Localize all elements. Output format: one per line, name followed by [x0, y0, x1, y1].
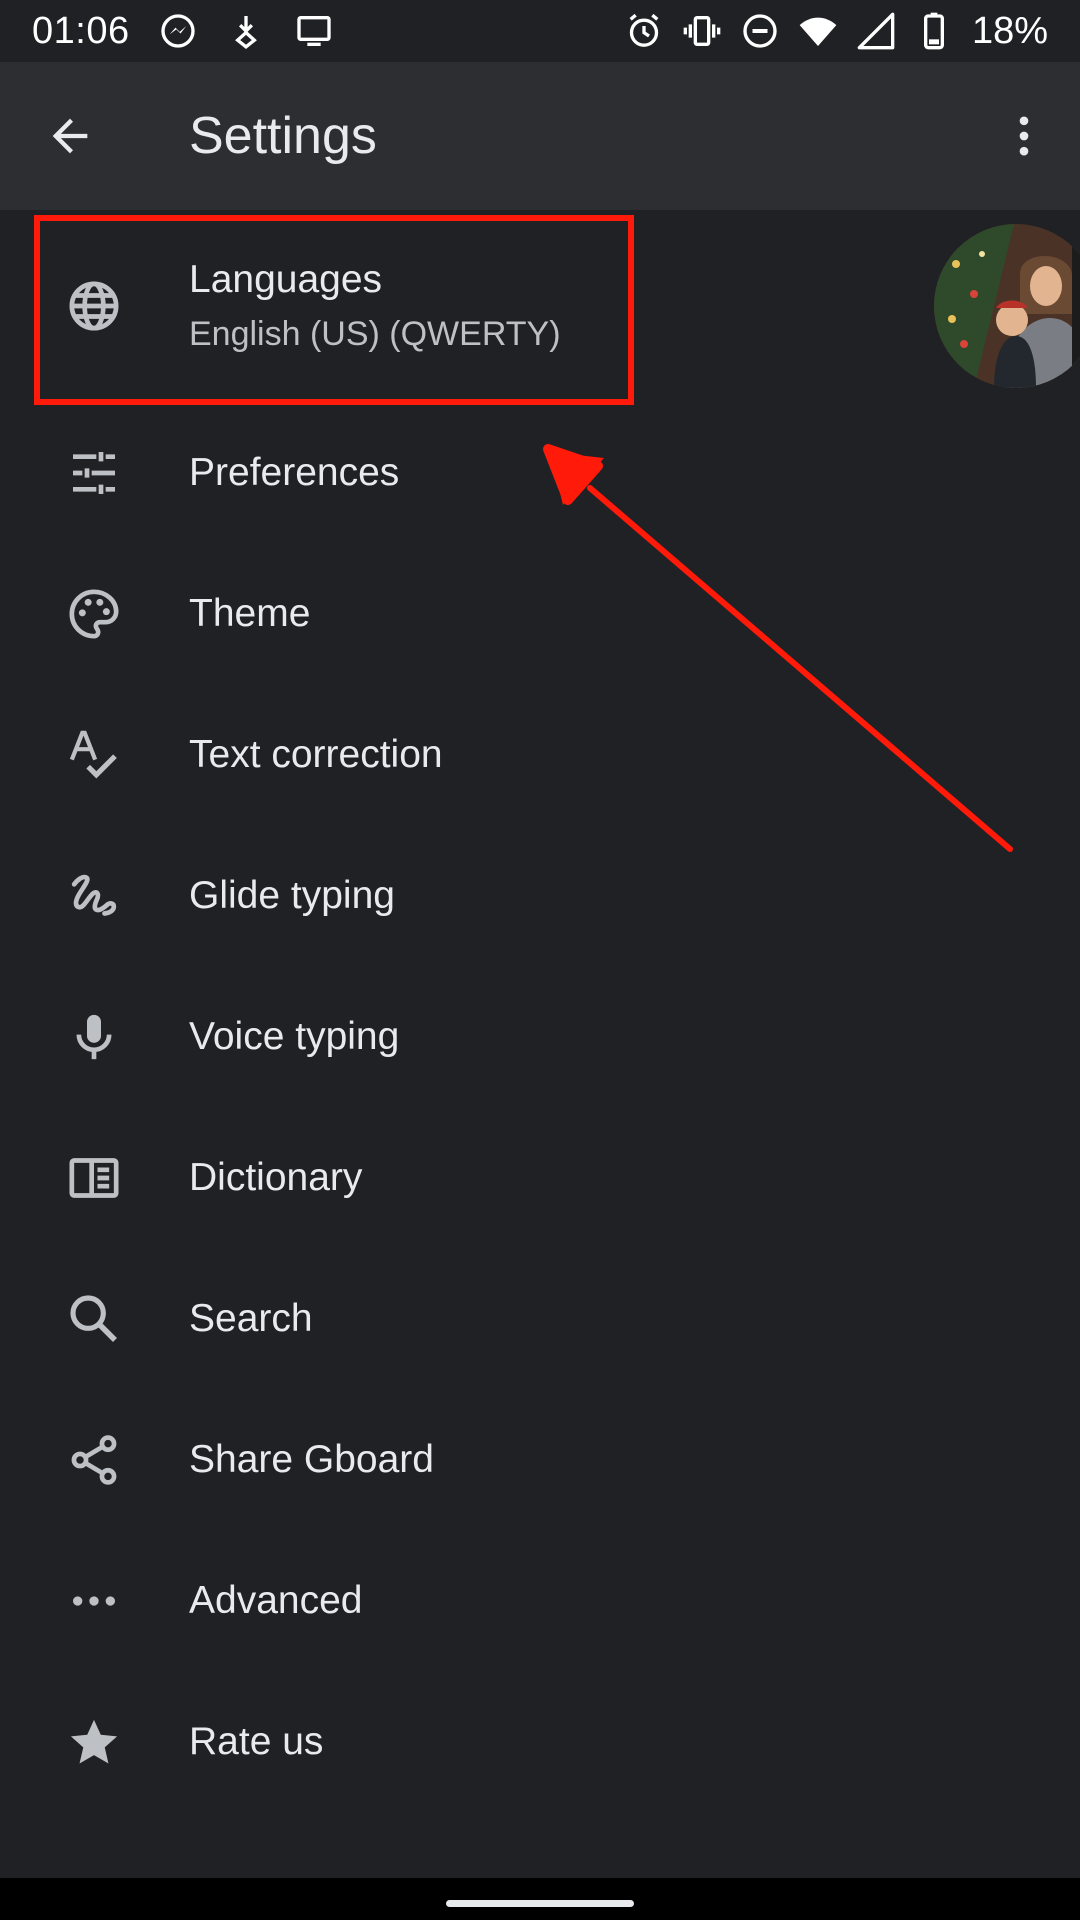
settings-item-languages[interactable]: Languages English (US) (QWERTY): [0, 210, 1080, 402]
settings-item-label: Theme: [189, 591, 311, 635]
settings-item-text: Rate us: [189, 1718, 323, 1766]
settings-item-dictionary[interactable]: Dictionary: [0, 1107, 1080, 1248]
settings-item-preferences[interactable]: Preferences: [0, 402, 1080, 543]
settings-item-rate-us[interactable]: Rate us: [0, 1671, 1080, 1812]
gesture-icon: [64, 866, 124, 926]
app-bar: Settings: [0, 62, 1080, 210]
home-handle[interactable]: [446, 1900, 634, 1907]
cast-screen-icon: [294, 11, 334, 51]
vibrate-icon: [682, 11, 722, 51]
alarm-icon: [624, 11, 664, 51]
settings-list: Languages English (US) (QWERTY) Preferen…: [0, 210, 1080, 1812]
star-icon: [64, 1712, 124, 1772]
settings-item-label: Rate us: [189, 1719, 324, 1763]
globe-icon: [64, 276, 124, 336]
messenger-icon: [158, 11, 198, 51]
settings-item-text: Voice typing: [189, 1013, 399, 1061]
settings-item-advanced[interactable]: Advanced: [0, 1530, 1080, 1671]
back-button[interactable]: [40, 106, 100, 166]
settings-item-label: Voice typing: [189, 1014, 400, 1058]
settings-item-theme[interactable]: Theme: [0, 543, 1080, 684]
screen: 01:06 18% Settings Languages English (US…: [0, 0, 1080, 1920]
settings-item-text: Theme: [189, 590, 310, 638]
more-vert-icon: [1019, 116, 1029, 156]
do-not-disturb-icon: [740, 11, 780, 51]
mic-icon: [64, 1007, 124, 1067]
settings-item-label: Languages: [189, 258, 383, 301]
settings-item-label: Preferences: [189, 450, 400, 494]
settings-item-text: Languages English (US) (QWERTY): [189, 256, 561, 356]
palette-icon: [64, 584, 124, 644]
settings-item-text: Advanced: [189, 1577, 362, 1625]
page-title: Settings: [189, 107, 377, 165]
status-right: 18%: [624, 10, 1048, 53]
settings-item-label: Text correction: [189, 732, 443, 776]
settings-item-label: Search: [189, 1296, 313, 1340]
settings-item-label: Glide typing: [189, 873, 395, 917]
tune-icon: [64, 443, 124, 503]
cell-signal-icon: [856, 11, 896, 51]
more-options-button[interactable]: [994, 106, 1054, 166]
status-bar: 01:06 18%: [0, 0, 1080, 62]
status-left: 01:06: [32, 10, 334, 53]
settings-item-text: Glide typing: [189, 872, 395, 920]
status-time: 01:06: [32, 9, 130, 52]
settings-item-text: Dictionary: [189, 1154, 362, 1202]
spellcheck-icon: [64, 725, 124, 785]
more-horiz-icon: [64, 1571, 124, 1631]
settings-item-label: Dictionary: [189, 1155, 363, 1199]
settings-item-text-correction[interactable]: Text correction: [0, 684, 1080, 825]
download-icon: [226, 11, 266, 51]
settings-item-text: Text correction: [189, 731, 443, 779]
settings-item-text: Preferences: [189, 449, 399, 497]
settings-item-sublabel: English (US) (QWERTY): [189, 315, 561, 353]
battery-percent: 18%: [971, 9, 1048, 52]
share-icon: [64, 1430, 124, 1490]
battery-icon: [914, 11, 954, 51]
settings-item-search[interactable]: Search: [0, 1248, 1080, 1389]
settings-item-glide-typing[interactable]: Glide typing: [0, 825, 1080, 966]
search-icon: [64, 1289, 124, 1349]
settings-item-text: Share Gboard: [189, 1436, 434, 1484]
wifi-icon: [798, 11, 838, 51]
settings-item-text: Search: [189, 1295, 313, 1343]
settings-item-voice-typing[interactable]: Voice typing: [0, 966, 1080, 1107]
navigation-bar: [0, 1878, 1080, 1920]
dictionary-icon: [64, 1148, 124, 1208]
settings-item-label: Share Gboard: [189, 1437, 434, 1481]
settings-item-share-gboard[interactable]: Share Gboard: [0, 1389, 1080, 1530]
arrow-back-icon: [52, 118, 88, 154]
settings-item-label: Advanced: [189, 1578, 363, 1622]
